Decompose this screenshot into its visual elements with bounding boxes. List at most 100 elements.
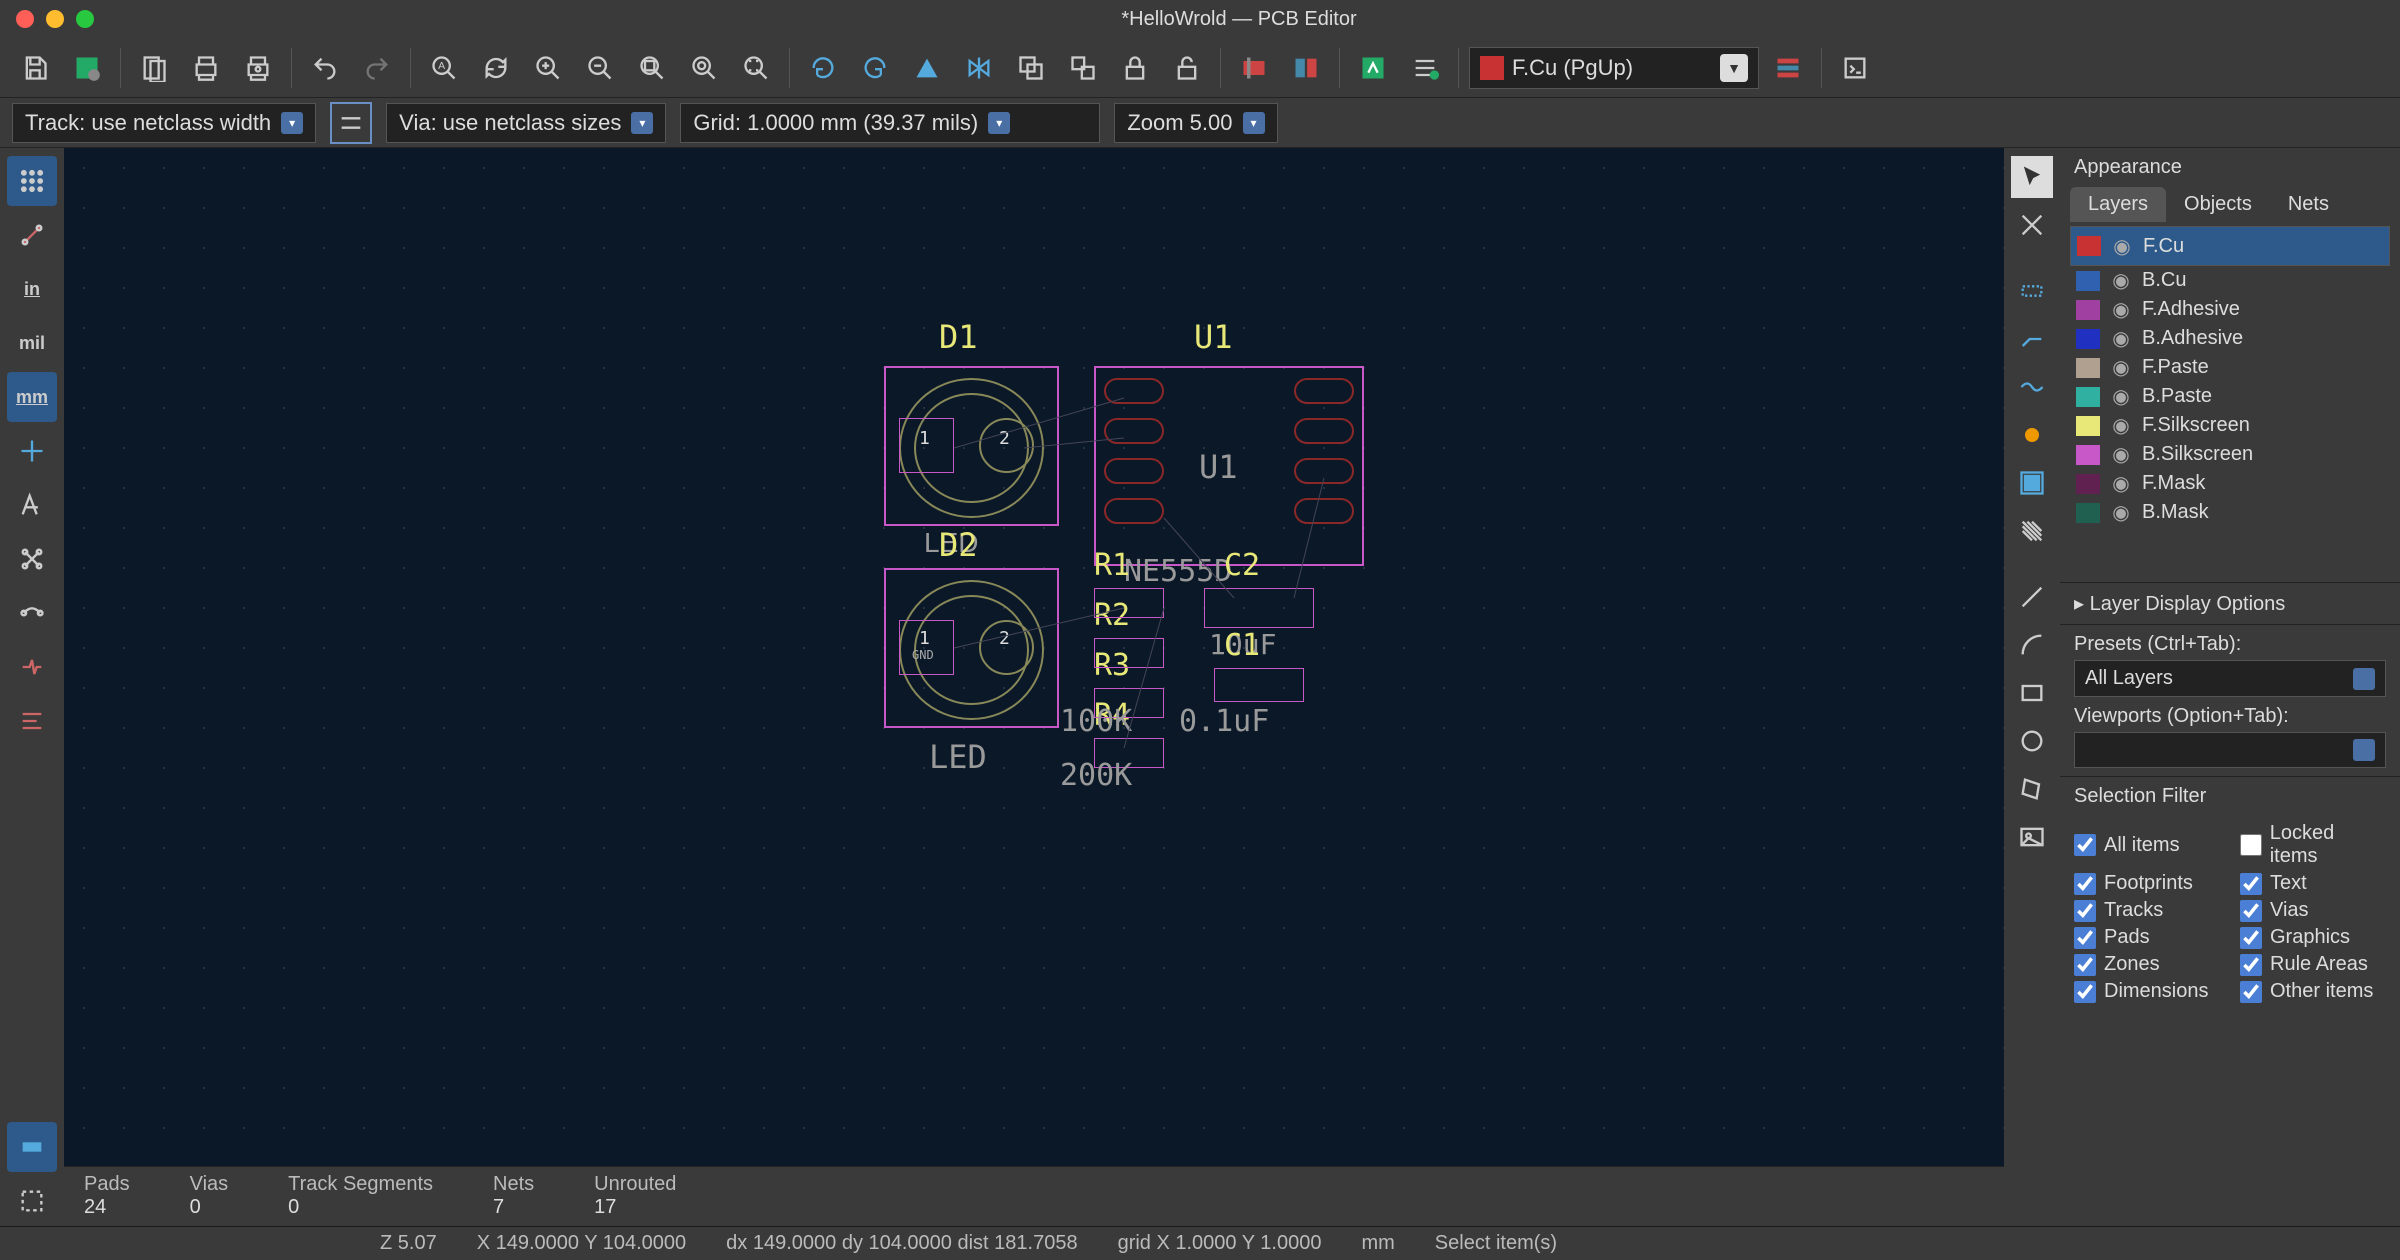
layer-row[interactable]: ◉B.Cu	[2070, 266, 2390, 295]
add-via-tool[interactable]	[2011, 414, 2053, 456]
polar-coords-toggle[interactable]	[7, 426, 57, 476]
eye-icon[interactable]: ◉	[2110, 471, 2132, 496]
auto-track-width-toggle[interactable]	[330, 102, 372, 144]
ungroup-button[interactable]	[1060, 45, 1106, 91]
layer-row[interactable]: ◉F.Paste	[2070, 353, 2390, 382]
filter-checkbox[interactable]: Locked items	[2240, 822, 2386, 868]
via-size-selector[interactable]: Via: use netclass sizes ▾	[386, 103, 666, 143]
eye-icon[interactable]: ◉	[2110, 500, 2132, 525]
eye-icon[interactable]: ◉	[2110, 384, 2132, 409]
local-ratsnest-tool[interactable]	[2011, 204, 2053, 246]
filter-checkbox[interactable]: Text	[2240, 872, 2386, 895]
draw-line-tool[interactable]	[2011, 576, 2053, 618]
pcb-canvas[interactable]: D1 1 2 LED D2 1 GND 2 LED U1 U1	[64, 148, 2004, 1166]
find-button[interactable]: A	[421, 45, 467, 91]
refresh-button[interactable]	[473, 45, 519, 91]
footprint-browser-button[interactable]	[1283, 45, 1329, 91]
zone-display-toggle[interactable]	[7, 696, 57, 746]
footprint-C2[interactable]	[1204, 588, 1314, 628]
zoom-selection-button[interactable]	[733, 45, 779, 91]
scripting-button[interactable]	[1832, 45, 1878, 91]
unlock-button[interactable]	[1164, 45, 1210, 91]
page-settings-button[interactable]	[131, 45, 177, 91]
add-zone-tool[interactable]	[2011, 462, 2053, 504]
viewports-selector[interactable]	[2074, 732, 2386, 768]
cursor-shape-toggle[interactable]	[7, 480, 57, 530]
mirror-h-button[interactable]	[956, 45, 1002, 91]
draw-poly-tool[interactable]	[2011, 768, 2053, 810]
filter-checkbox[interactable]: Dimensions	[2074, 980, 2220, 1003]
save-button[interactable]	[12, 45, 58, 91]
draw-arc-tool[interactable]	[2011, 624, 2053, 666]
filter-checkbox[interactable]: Tracks	[2074, 899, 2220, 922]
net-highlight-toggle[interactable]	[7, 642, 57, 692]
layer-row[interactable]: ◉B.Silkscreen	[2070, 440, 2390, 469]
filter-checkbox[interactable]: Other items	[2240, 980, 2386, 1003]
maximize-window-button[interactable]	[76, 10, 94, 28]
draw-circle-tool[interactable]	[2011, 720, 2053, 762]
footprint-R[interactable]	[1094, 638, 1164, 668]
route-track-tool[interactable]	[2011, 318, 2053, 360]
undo-button[interactable]	[302, 45, 348, 91]
zoom-selector[interactable]: Zoom 5.00 ▾	[1114, 103, 1277, 143]
redo-button[interactable]	[354, 45, 400, 91]
tab-layers[interactable]: Layers	[2070, 187, 2166, 222]
filter-checkbox[interactable]: Pads	[2074, 926, 2220, 949]
mirror-v-button[interactable]	[904, 45, 950, 91]
add-image-tool[interactable]	[2011, 816, 2053, 858]
layer-display-options[interactable]: ▸ Layer Display Options	[2060, 582, 2400, 624]
update-from-schematic-button[interactable]	[1350, 45, 1396, 91]
layer-row[interactable]: ◉B.Paste	[2070, 382, 2390, 411]
route-diff-pair-tool[interactable]	[2011, 366, 2053, 408]
zoom-objects-button[interactable]	[681, 45, 727, 91]
draw-rect-tool[interactable]	[2011, 672, 2053, 714]
tab-nets[interactable]: Nets	[2270, 187, 2347, 222]
via-display-toggle[interactable]	[7, 1176, 57, 1226]
eye-icon[interactable]: ◉	[2110, 442, 2132, 467]
filter-checkbox[interactable]: Zones	[2074, 953, 2220, 976]
layers-list[interactable]: ◉F.Cu◉B.Cu◉F.Adhesive◉B.Adhesive◉F.Paste…	[2060, 222, 2400, 582]
eye-icon[interactable]: ◉	[2110, 355, 2132, 380]
print-button[interactable]	[183, 45, 229, 91]
place-footprint-tool[interactable]	[2011, 270, 2053, 312]
layer-pairs-button[interactable]	[1765, 45, 1811, 91]
units-inches-button[interactable]: in	[7, 264, 57, 314]
pad-display-toggle[interactable]	[7, 1122, 57, 1172]
layer-row[interactable]: ◉F.Silkscreen	[2070, 411, 2390, 440]
drc-button[interactable]	[1402, 45, 1448, 91]
footprint-R[interactable]	[1094, 588, 1164, 618]
eye-icon[interactable]: ◉	[2110, 326, 2132, 351]
close-window-button[interactable]	[16, 10, 34, 28]
layer-row[interactable]: ◉F.Cu	[2070, 226, 2390, 266]
select-tool[interactable]	[2011, 156, 2053, 198]
minimize-window-button[interactable]	[46, 10, 64, 28]
tab-objects[interactable]: Objects	[2166, 187, 2270, 222]
grid-override-toggle[interactable]	[7, 210, 57, 260]
footprint-editor-button[interactable]	[1231, 45, 1277, 91]
footprint-C1[interactable]	[1214, 668, 1304, 702]
add-rule-area-tool[interactable]	[2011, 510, 2053, 552]
filter-checkbox[interactable]: Graphics	[2240, 926, 2386, 949]
track-width-selector[interactable]: Track: use netclass width ▾	[12, 103, 316, 143]
filter-checkbox[interactable]: Footprints	[2074, 872, 2220, 895]
active-layer-selector[interactable]: F.Cu (PgUp) ▼	[1469, 47, 1759, 89]
board-setup-button[interactable]	[64, 45, 110, 91]
rotate-cw-button[interactable]	[852, 45, 898, 91]
group-button[interactable]	[1008, 45, 1054, 91]
ratsnest-toggle[interactable]	[7, 534, 57, 584]
grid-selector[interactable]: Grid: 1.0000 mm (39.37 mils) ▾	[680, 103, 1100, 143]
presets-selector[interactable]: All Layers	[2074, 660, 2386, 697]
filter-checkbox[interactable]: Vias	[2240, 899, 2386, 922]
lock-button[interactable]	[1112, 45, 1158, 91]
zoom-in-button[interactable]	[525, 45, 571, 91]
plot-button[interactable]	[235, 45, 281, 91]
eye-icon[interactable]: ◉	[2110, 268, 2132, 293]
filter-checkbox[interactable]: All items	[2074, 822, 2220, 868]
units-mm-button[interactable]: mm	[7, 372, 57, 422]
ratsnest-curved-toggle[interactable]	[7, 588, 57, 638]
layer-row[interactable]: ◉B.Adhesive	[2070, 324, 2390, 353]
units-mils-button[interactable]: mil	[7, 318, 57, 368]
zoom-fit-button[interactable]	[629, 45, 675, 91]
grid-toggle[interactable]	[7, 156, 57, 206]
zoom-out-button[interactable]	[577, 45, 623, 91]
